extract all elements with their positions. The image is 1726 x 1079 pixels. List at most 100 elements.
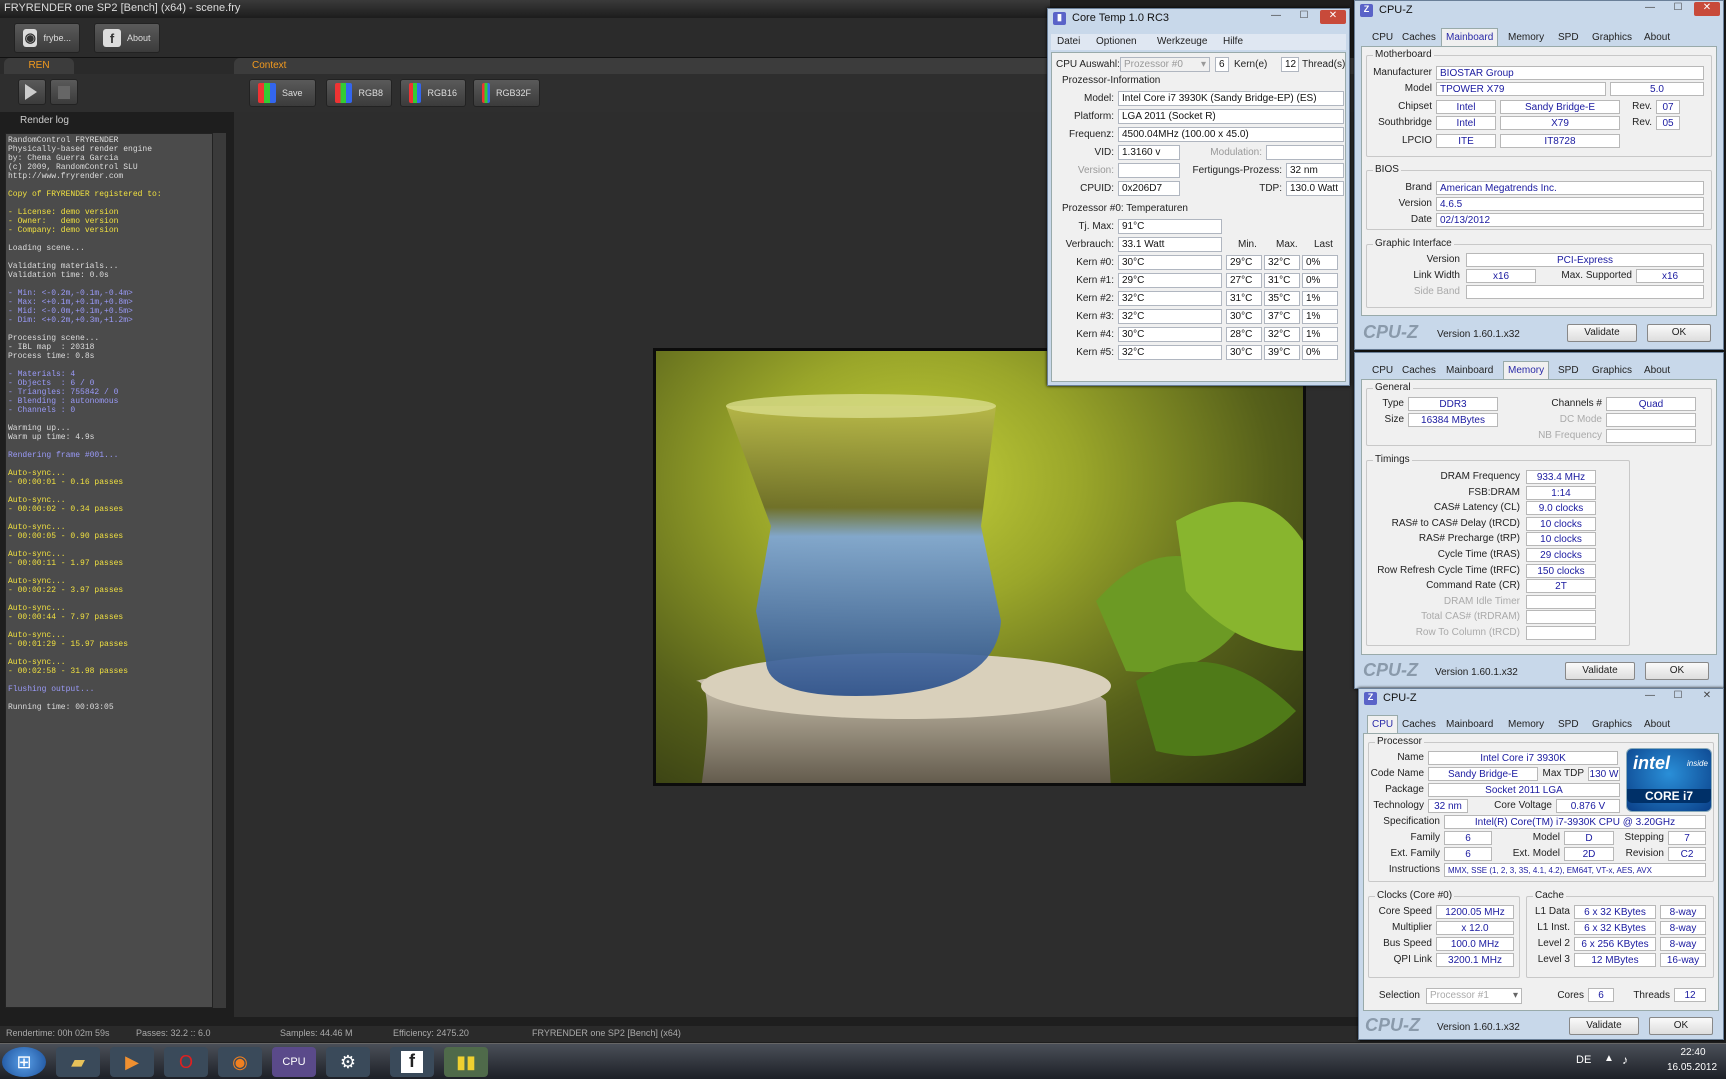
volume-icon[interactable]: ♪: [1622, 1053, 1628, 1067]
process-value: 32 nm: [1286, 163, 1344, 178]
validate-button[interactable]: Validate: [1569, 1017, 1639, 1035]
tab-caches[interactable]: Caches: [1397, 715, 1441, 733]
play-button[interactable]: [18, 79, 46, 105]
processor-selection-dropdown[interactable]: Processor #1 ▾: [1426, 988, 1522, 1004]
tab-mainboard[interactable]: Mainboard: [1441, 361, 1498, 379]
tab-ren[interactable]: REN: [4, 58, 74, 74]
technology-label: Technology: [1373, 800, 1424, 811]
cpuz-footer: CPU-Z Version 1.60.1.x32 Validate OK: [1361, 659, 1717, 685]
menu-hilfe[interactable]: Hilfe: [1223, 36, 1243, 47]
maximize-button[interactable]: ☐: [1291, 10, 1317, 24]
timing-value: 933.4 MHz: [1526, 470, 1596, 484]
rgb32f-button[interactable]: RGB32F: [473, 79, 540, 107]
size-value: 16384 MBytes: [1408, 413, 1498, 427]
clock-time[interactable]: 22:40: [1668, 1047, 1718, 1058]
timing-label: CAS# Latency (CL): [1433, 502, 1520, 514]
render-log-scrollbar[interactable]: [212, 133, 226, 1008]
ok-button[interactable]: OK: [1649, 1017, 1713, 1035]
tab-memory[interactable]: Memory: [1503, 361, 1550, 379]
menu-datei[interactable]: Datei: [1057, 36, 1080, 47]
close-button[interactable]: ✕: [1320, 10, 1346, 24]
log-line: - Owner: demo version: [8, 217, 119, 226]
cpuz-taskbar-button[interactable]: CPU: [272, 1047, 316, 1077]
log-line: Warm up time: 4.9s: [8, 433, 95, 442]
timing-value: 2T: [1526, 579, 1596, 594]
col-max-label: Max.: [1276, 239, 1298, 250]
stop-button[interactable]: [50, 79, 78, 105]
tab-cpu[interactable]: CPU: [1367, 715, 1399, 733]
thermometer-icon: ▮: [1053, 12, 1066, 25]
firefox-taskbar-button[interactable]: ◉: [218, 1047, 262, 1077]
minimize-button[interactable]: —: [1637, 690, 1663, 704]
bios-group-title: BIOS: [1373, 164, 1401, 175]
menu-werkzeuge[interactable]: Werkzeuge: [1157, 36, 1207, 47]
tab-spd[interactable]: SPD: [1553, 28, 1584, 46]
tab-mainboard[interactable]: Mainboard: [1441, 715, 1498, 733]
tab-about[interactable]: About: [1639, 715, 1675, 733]
tab-caches[interactable]: Caches: [1397, 28, 1441, 46]
tab-graphics[interactable]: Graphics: [1587, 715, 1637, 733]
clock-date[interactable]: 16.05.2012: [1662, 1062, 1722, 1073]
ok-button[interactable]: OK: [1647, 324, 1711, 342]
media-player-taskbar-button[interactable]: ▶: [110, 1047, 154, 1077]
rgb8-button[interactable]: RGB8: [326, 79, 392, 107]
tab-caches[interactable]: Caches: [1397, 361, 1441, 379]
input-language[interactable]: DE: [1576, 1054, 1591, 1066]
frybench-button[interactable]: ◉ frybe...: [14, 23, 80, 53]
revision-label: Revision: [1625, 848, 1664, 859]
cores-value: 6: [1588, 988, 1614, 1002]
cpuid-value: 0x206D7: [1118, 181, 1180, 196]
tab-memory[interactable]: Memory: [1503, 715, 1549, 733]
tab-cpu[interactable]: CPU: [1367, 361, 1398, 379]
close-button[interactable]: ✕: [1694, 690, 1720, 704]
cpu-select-dropdown[interactable]: Prozessor #0 ▾: [1120, 57, 1210, 72]
close-button[interactable]: ✕: [1694, 2, 1720, 16]
tab-about[interactable]: About: [1639, 28, 1675, 46]
core-temp-max: 35°C: [1264, 291, 1300, 306]
maximize-button[interactable]: ☐: [1665, 2, 1691, 16]
tab-mainboard[interactable]: Mainboard: [1441, 28, 1499, 46]
multiplier-label: Multiplier: [1391, 922, 1432, 933]
tab-spd[interactable]: SPD: [1553, 715, 1584, 733]
tab-graphics[interactable]: Graphics: [1587, 28, 1637, 46]
timing-label: RAS# Precharge (tRP): [1418, 533, 1520, 545]
validate-button[interactable]: Validate: [1565, 662, 1635, 680]
window-title: FRYRENDER one SP2 [Bench] (x64) - scene.…: [4, 2, 241, 14]
status-samples: Samples: 44.46 M: [280, 1028, 353, 1038]
fryrender-icon: f: [401, 1051, 423, 1073]
status-app-name: FRYRENDER one SP2 [Bench] (x64): [532, 1028, 681, 1038]
explorer-taskbar-button[interactable]: ▰: [56, 1047, 100, 1077]
threads-label: Threads: [1633, 990, 1670, 1001]
log-line: - 00:00:22 - 3.97 passes: [8, 586, 124, 595]
render-log[interactable]: RandomControl FRYRENDER Physically-based …: [5, 133, 215, 1008]
steam-taskbar-button[interactable]: ⚙: [326, 1047, 370, 1077]
maximize-button[interactable]: ☐: [1665, 690, 1691, 704]
tab-about[interactable]: About: [1639, 361, 1675, 379]
tray-expand-icon[interactable]: ▲: [1604, 1053, 1614, 1064]
coretemp-taskbar-button[interactable]: ▮▮: [444, 1047, 488, 1077]
minimize-button[interactable]: —: [1637, 2, 1663, 16]
vid-label: VID:: [1094, 147, 1114, 158]
save-button[interactable]: Save: [249, 79, 316, 107]
core-temp-max: 31°C: [1264, 273, 1300, 288]
tab-spd[interactable]: SPD: [1553, 361, 1584, 379]
fryrender-taskbar-button[interactable]: f: [390, 1047, 434, 1077]
validate-button[interactable]: Validate: [1567, 324, 1637, 342]
globe-icon: ◉: [23, 29, 38, 47]
opera-taskbar-button[interactable]: O: [164, 1047, 208, 1077]
tab-cpu[interactable]: CPU: [1367, 28, 1398, 46]
tab-memory[interactable]: Memory: [1503, 28, 1549, 46]
about-button[interactable]: f About: [94, 23, 160, 53]
minimize-button[interactable]: —: [1263, 10, 1289, 24]
ok-button[interactable]: OK: [1645, 662, 1709, 680]
log-line: Auto-sync...: [8, 469, 66, 478]
menu-optionen[interactable]: Optionen: [1096, 36, 1137, 47]
tab-graphics[interactable]: Graphics: [1587, 361, 1637, 379]
rgb16-button[interactable]: RGB16: [400, 79, 466, 107]
start-button[interactable]: ⊞: [2, 1047, 46, 1077]
coretemp-body: CPU Auswahl: Prozessor #0 ▾ 6 Kern(e) 12 …: [1051, 52, 1346, 382]
